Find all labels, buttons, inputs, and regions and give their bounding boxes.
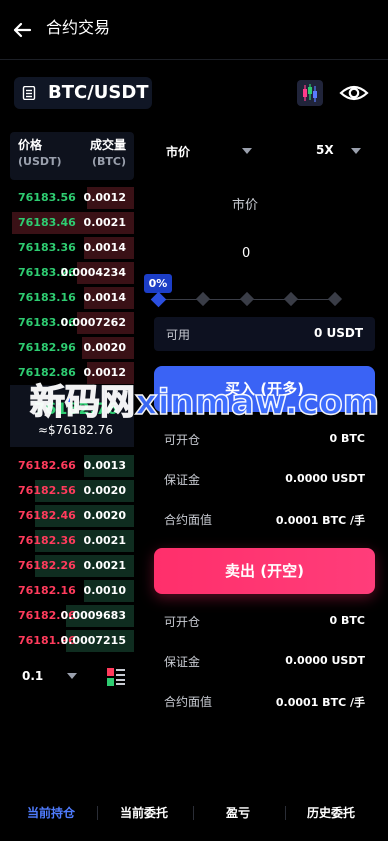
ask-price: 76183.56 [18, 191, 76, 204]
ask-quantity: 0.0007262 [60, 316, 126, 329]
orderbook-layout-icon[interactable] [107, 668, 125, 686]
chevron-down-icon[interactable] [67, 673, 77, 679]
ask-quantity: 0.0004234 [60, 266, 126, 279]
tab-pnl[interactable]: 盈亏 [226, 804, 250, 821]
sell-info-value: 0 BTC [329, 614, 365, 627]
sell-info-label: 合约面值 [164, 695, 213, 709]
ask-row[interactable]: 76183.46 0.0021 [10, 212, 134, 234]
tab-divider [285, 806, 286, 820]
sell-open-short-button[interactable]: 卖出 (开空) [154, 548, 375, 594]
ask-price: 76183.46 [18, 216, 76, 229]
bid-price: 76182.66 [18, 459, 76, 472]
available-balance: 可用 0 USDT [154, 317, 375, 351]
slider-percent-badge: 0% [144, 274, 172, 293]
ask-quantity: 0.0014 [83, 241, 126, 254]
top-bar: 合约交易 [0, 0, 388, 60]
pair-selector[interactable]: BTC/USDT [14, 77, 152, 109]
watermark: 新码网xinmaw.com [29, 382, 380, 424]
ask-row[interactable]: 76183.06 0.0007262 [10, 312, 134, 334]
order-type-select[interactable]: 市价 [166, 143, 190, 160]
buy-info-label: 保证金 [164, 473, 201, 487]
bid-row[interactable]: 76182.56 0.0020 [10, 480, 134, 502]
buy-info-label: 合约面值 [164, 513, 213, 527]
slider-step-25[interactable] [195, 291, 211, 307]
mid-price-fiat: ≈$76182.76 [38, 423, 113, 437]
bid-row[interactable]: 76182.26 0.0021 [10, 555, 134, 577]
eye-icon[interactable] [339, 80, 369, 106]
bid-quantity: 0.0013 [83, 459, 126, 472]
bid-quantity: 0.0021 [83, 559, 126, 572]
buy-info-value: 0.0001 BTC /手 [275, 514, 365, 527]
bid-price: 76182.26 [18, 559, 76, 572]
available-label: 可用 [166, 328, 191, 342]
ask-row[interactable]: 76182.96 0.0020 [10, 337, 134, 359]
bid-price: 76182.56 [18, 484, 76, 497]
bid-price: 76182.16 [18, 584, 76, 597]
bid-row[interactable]: 76182.66 0.0013 [10, 455, 134, 477]
bid-quantity: 0.0010 [83, 584, 126, 597]
chevron-down-icon[interactable] [242, 148, 252, 154]
depth-select[interactable]: 0.1 [22, 669, 43, 683]
buy-info-value: 0.0000 USDT [285, 472, 365, 485]
bottom-tabs: 当前持仓 当前委托 盈亏 历史委托 [0, 794, 388, 830]
available-value: 0 USDT [313, 326, 363, 340]
bid-row[interactable]: 76182.46 0.0020 [10, 505, 134, 527]
qty-column-unit: (BTC) [91, 155, 126, 168]
ask-row[interactable]: 76183.56 0.0012 [10, 187, 134, 209]
buy-info-label: 可开仓 [164, 433, 201, 447]
ask-row[interactable]: 76183.36 0.0014 [10, 237, 134, 259]
amount-input[interactable]: 0 [242, 246, 250, 261]
tab-positions[interactable]: 当前持仓 [27, 804, 75, 821]
ask-price: 76183.36 [18, 241, 76, 254]
back-arrow-icon[interactable] [12, 20, 32, 40]
slider-step-0[interactable] [150, 291, 167, 308]
sell-info-value: 0.0001 BTC /手 [275, 696, 365, 709]
bid-quantity: 0.0007215 [60, 634, 126, 647]
slider-step-75[interactable] [283, 291, 299, 307]
ask-price: 76183.16 [18, 291, 76, 304]
slider-step-50[interactable] [239, 291, 255, 307]
bid-quantity: 0.0009683 [60, 609, 126, 622]
sell-info-label: 保证金 [164, 655, 201, 669]
bid-row[interactable]: 76181.96 0.0007215 [10, 630, 134, 652]
tab-open-orders[interactable]: 当前委托 [120, 804, 168, 821]
ask-price: 76182.96 [18, 341, 76, 354]
slider-step-100[interactable] [327, 291, 343, 307]
bid-price: 76182.46 [18, 509, 76, 522]
ask-row[interactable]: 76183.26 0.0004234 [10, 262, 134, 284]
document-icon [22, 86, 36, 100]
bid-price: 76182.36 [18, 534, 76, 547]
tab-divider [193, 806, 194, 820]
price-input[interactable]: 市价 [232, 194, 258, 213]
pair-label: BTC/USDT [48, 82, 149, 103]
bid-row[interactable]: 76182.36 0.0021 [10, 530, 134, 552]
ask-row[interactable]: 76183.16 0.0014 [10, 287, 134, 309]
chevron-down-icon[interactable] [351, 148, 361, 154]
bid-quantity: 0.0020 [83, 484, 126, 497]
page-title: 合约交易 [46, 18, 111, 37]
bid-row[interactable]: 76182.06 0.0009683 [10, 605, 134, 627]
sell-info-label: 可开仓 [164, 615, 201, 629]
leverage-select[interactable]: 5X [316, 143, 334, 157]
bid-quantity: 0.0021 [83, 534, 126, 547]
bid-quantity: 0.0020 [83, 509, 126, 522]
ask-quantity: 0.0014 [83, 291, 126, 304]
price-column-header: 价格 [18, 138, 43, 152]
qty-column-header: 成交量 [89, 138, 126, 152]
orderbook-header: 价格 (USDT) 成交量 (BTC) [10, 132, 134, 180]
ask-quantity: 0.0021 [83, 216, 126, 229]
tab-order-history[interactable]: 历史委托 [307, 804, 355, 821]
ask-quantity: 0.0020 [83, 341, 126, 354]
price-column-unit: (USDT) [18, 155, 62, 168]
buy-info-value: 0 BTC [329, 432, 365, 445]
bid-row[interactable]: 76182.16 0.0010 [10, 580, 134, 602]
tab-divider [97, 806, 98, 820]
candlestick-chart-icon[interactable] [297, 80, 323, 106]
sell-info-value: 0.0000 USDT [285, 654, 365, 667]
ask-quantity: 0.0012 [83, 191, 126, 204]
